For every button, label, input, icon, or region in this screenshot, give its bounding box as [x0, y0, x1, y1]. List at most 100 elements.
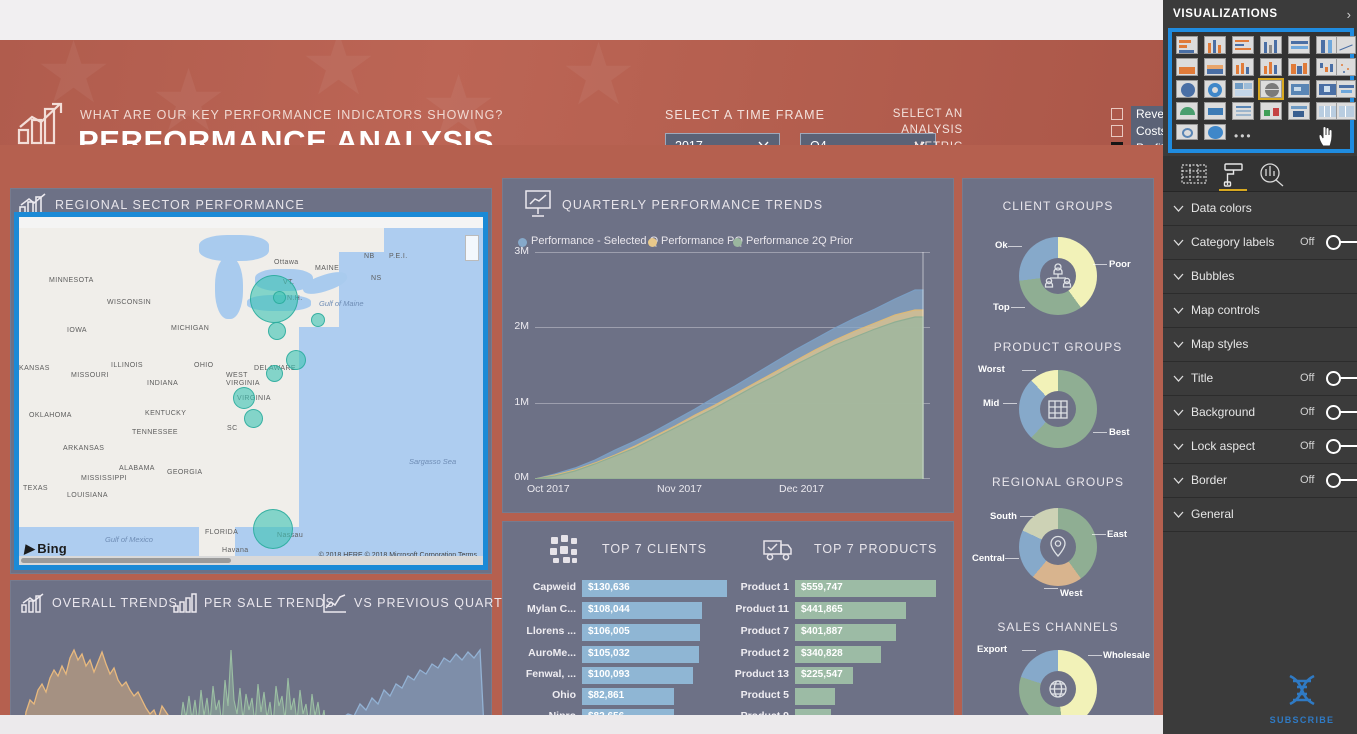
- y-axis-tick: 2M: [514, 320, 529, 332]
- format-section-general[interactable]: General: [1163, 498, 1357, 532]
- category-labels-toggle[interactable]: [1326, 235, 1357, 250]
- ribbon-chart-visual[interactable]: [1288, 58, 1310, 76]
- background-toggle[interactable]: [1326, 405, 1357, 420]
- area-chart-visual[interactable]: [1176, 58, 1198, 76]
- table-visual[interactable]: [1316, 102, 1338, 120]
- line-chart-visual[interactable]: [1336, 36, 1356, 54]
- pie-chart-visual[interactable]: [1176, 80, 1198, 98]
- star-decoration: ★: [300, 40, 378, 113]
- lock-aspect-toggle[interactable]: [1326, 439, 1357, 454]
- vs-previous-quarter-sparkline: [345, 648, 484, 715]
- waterfall-chart-visual[interactable]: [1316, 58, 1338, 76]
- chevron-right-icon[interactable]: ›: [1347, 7, 1351, 22]
- map-visual[interactable]: MINNESOTA WISCONSIN MICHIGAN IOWA ILLINO…: [14, 212, 488, 570]
- matrix-visual[interactable]: [1336, 102, 1356, 120]
- treemap-visual[interactable]: [1232, 80, 1254, 98]
- list-item[interactable]: Nipro $82,656: [549, 709, 674, 715]
- scatter-chart-visual[interactable]: [1336, 58, 1356, 76]
- map-bubble[interactable]: [268, 322, 286, 340]
- list-item[interactable]: Product 11 $441,865: [735, 602, 906, 619]
- chevron-down-icon: [1173, 205, 1184, 212]
- bing-map[interactable]: MINNESOTA WISCONSIN MICHIGAN IOWA ILLINO…: [19, 217, 483, 565]
- visual-type-gallery[interactable]: •••: [1168, 28, 1356, 153]
- stacked-bar-chart-visual[interactable]: [1176, 36, 1198, 54]
- map-state-label: OKLAHOMA: [29, 412, 72, 419]
- border-toggle[interactable]: [1326, 473, 1357, 488]
- stacked-area-chart-visual[interactable]: [1204, 58, 1226, 76]
- list-item[interactable]: Fenwal, ... $100,093: [526, 667, 693, 684]
- trend-label: OVERALL TRENDS: [52, 596, 178, 610]
- map-bubble[interactable]: [286, 350, 306, 370]
- product-name: Product 11: [735, 603, 789, 615]
- list-item[interactable]: Llorens ... $106,005: [526, 624, 700, 641]
- arcgis-map-visual[interactable]: [1204, 124, 1226, 140]
- per-sale-trends-sparkline: [180, 649, 326, 715]
- gauge-chart-visual[interactable]: [1176, 102, 1198, 120]
- map-bubble[interactable]: [253, 509, 293, 549]
- multi-row-card-visual[interactable]: [1232, 102, 1254, 120]
- kpi-visual[interactable]: [1260, 102, 1282, 120]
- format-row-state: Off: [1300, 474, 1315, 486]
- list-item[interactable]: Product 1 $559,747: [741, 580, 936, 597]
- profits-checkbox[interactable]: [1111, 142, 1123, 145]
- year-slicer[interactable]: 2017: [665, 133, 780, 145]
- card-visual[interactable]: [1204, 102, 1226, 120]
- list-item[interactable]: Product 9: [741, 709, 831, 715]
- fields-tab[interactable]: [1177, 160, 1211, 188]
- format-section-category-labels[interactable]: Category labels Off: [1163, 226, 1357, 260]
- line-chart-icon: [323, 594, 346, 613]
- list-item[interactable]: Mylan C... $108,044: [527, 602, 702, 619]
- map-state-label: MISSISSIPPI: [81, 475, 128, 482]
- slicer-visual[interactable]: [1288, 102, 1310, 120]
- donut-segment-label: West: [1060, 588, 1083, 599]
- list-item[interactable]: Capweid $130,636: [533, 580, 727, 597]
- line-and-stacked-column-visual[interactable]: [1232, 58, 1254, 76]
- map-scrollbar[interactable]: [19, 556, 483, 565]
- list-item[interactable]: AuroMe... $105,032: [528, 646, 699, 663]
- format-section-data-colors[interactable]: Data colors: [1163, 192, 1357, 226]
- costs-checkbox[interactable]: [1111, 125, 1123, 137]
- client-groups-donut[interactable]: [1019, 237, 1097, 315]
- shape-map-visual[interactable]: [1316, 80, 1338, 98]
- r-script-visual[interactable]: [1176, 124, 1198, 140]
- clustered-column-chart-visual[interactable]: [1260, 36, 1282, 54]
- filled-map-visual[interactable]: [1288, 80, 1310, 98]
- analytics-tab[interactable]: [1255, 160, 1289, 188]
- stacked-column-chart-visual[interactable]: [1204, 36, 1226, 54]
- revenue-checkbox[interactable]: [1111, 108, 1123, 120]
- list-item[interactable]: Product 7 $401,887: [741, 624, 896, 641]
- format-section-title[interactable]: Title Off: [1163, 362, 1357, 396]
- format-section-map-styles[interactable]: Map styles: [1163, 328, 1357, 362]
- format-section-map-controls[interactable]: Map controls: [1163, 294, 1357, 328]
- 100-stacked-column-visual[interactable]: [1316, 36, 1338, 54]
- donut-chart-visual[interactable]: [1204, 80, 1226, 98]
- map-state-label: GEORGIA: [167, 469, 203, 476]
- 100-stacked-bar-visual[interactable]: [1288, 36, 1310, 54]
- map-bubble[interactable]: [244, 409, 263, 428]
- list-item[interactable]: Product 2 $340,828: [741, 646, 881, 663]
- clustered-bar-chart-visual[interactable]: [1232, 36, 1254, 54]
- list-item[interactable]: Product 5: [741, 688, 835, 705]
- map-bubble[interactable]: [273, 291, 286, 304]
- funnel-chart-visual[interactable]: [1336, 80, 1356, 98]
- map-zoom-control[interactable]: [465, 235, 479, 261]
- globe-map-visual[interactable]: [1258, 78, 1284, 100]
- format-tab[interactable]: [1216, 160, 1250, 191]
- title-toggle[interactable]: [1326, 371, 1357, 386]
- map-bubble[interactable]: [233, 387, 255, 409]
- format-row-state: Off: [1300, 372, 1315, 384]
- map-bubble[interactable]: [311, 313, 325, 327]
- format-section-background[interactable]: Background Off: [1163, 396, 1357, 430]
- quarterly-area-chart[interactable]: 3M 2M 1M 0M Oct 2017 Nov 2017 Dec 2017: [514, 245, 930, 495]
- line-and-clustered-column-visual[interactable]: [1260, 58, 1282, 76]
- format-section-border[interactable]: Border Off: [1163, 464, 1357, 498]
- list-item[interactable]: Product 13 $225,547: [735, 667, 853, 684]
- map-bubble[interactable]: [266, 365, 283, 382]
- more-visuals-icon[interactable]: •••: [1234, 129, 1253, 143]
- product-name: Product 1: [740, 581, 789, 593]
- list-item[interactable]: Ohio $82,861: [552, 688, 674, 705]
- format-section-bubbles[interactable]: Bubbles: [1163, 260, 1357, 294]
- product-groups-donut[interactable]: [1019, 370, 1097, 448]
- format-section-lock-aspect[interactable]: Lock aspect Off: [1163, 430, 1357, 464]
- regional-groups-donut[interactable]: [1019, 508, 1097, 586]
